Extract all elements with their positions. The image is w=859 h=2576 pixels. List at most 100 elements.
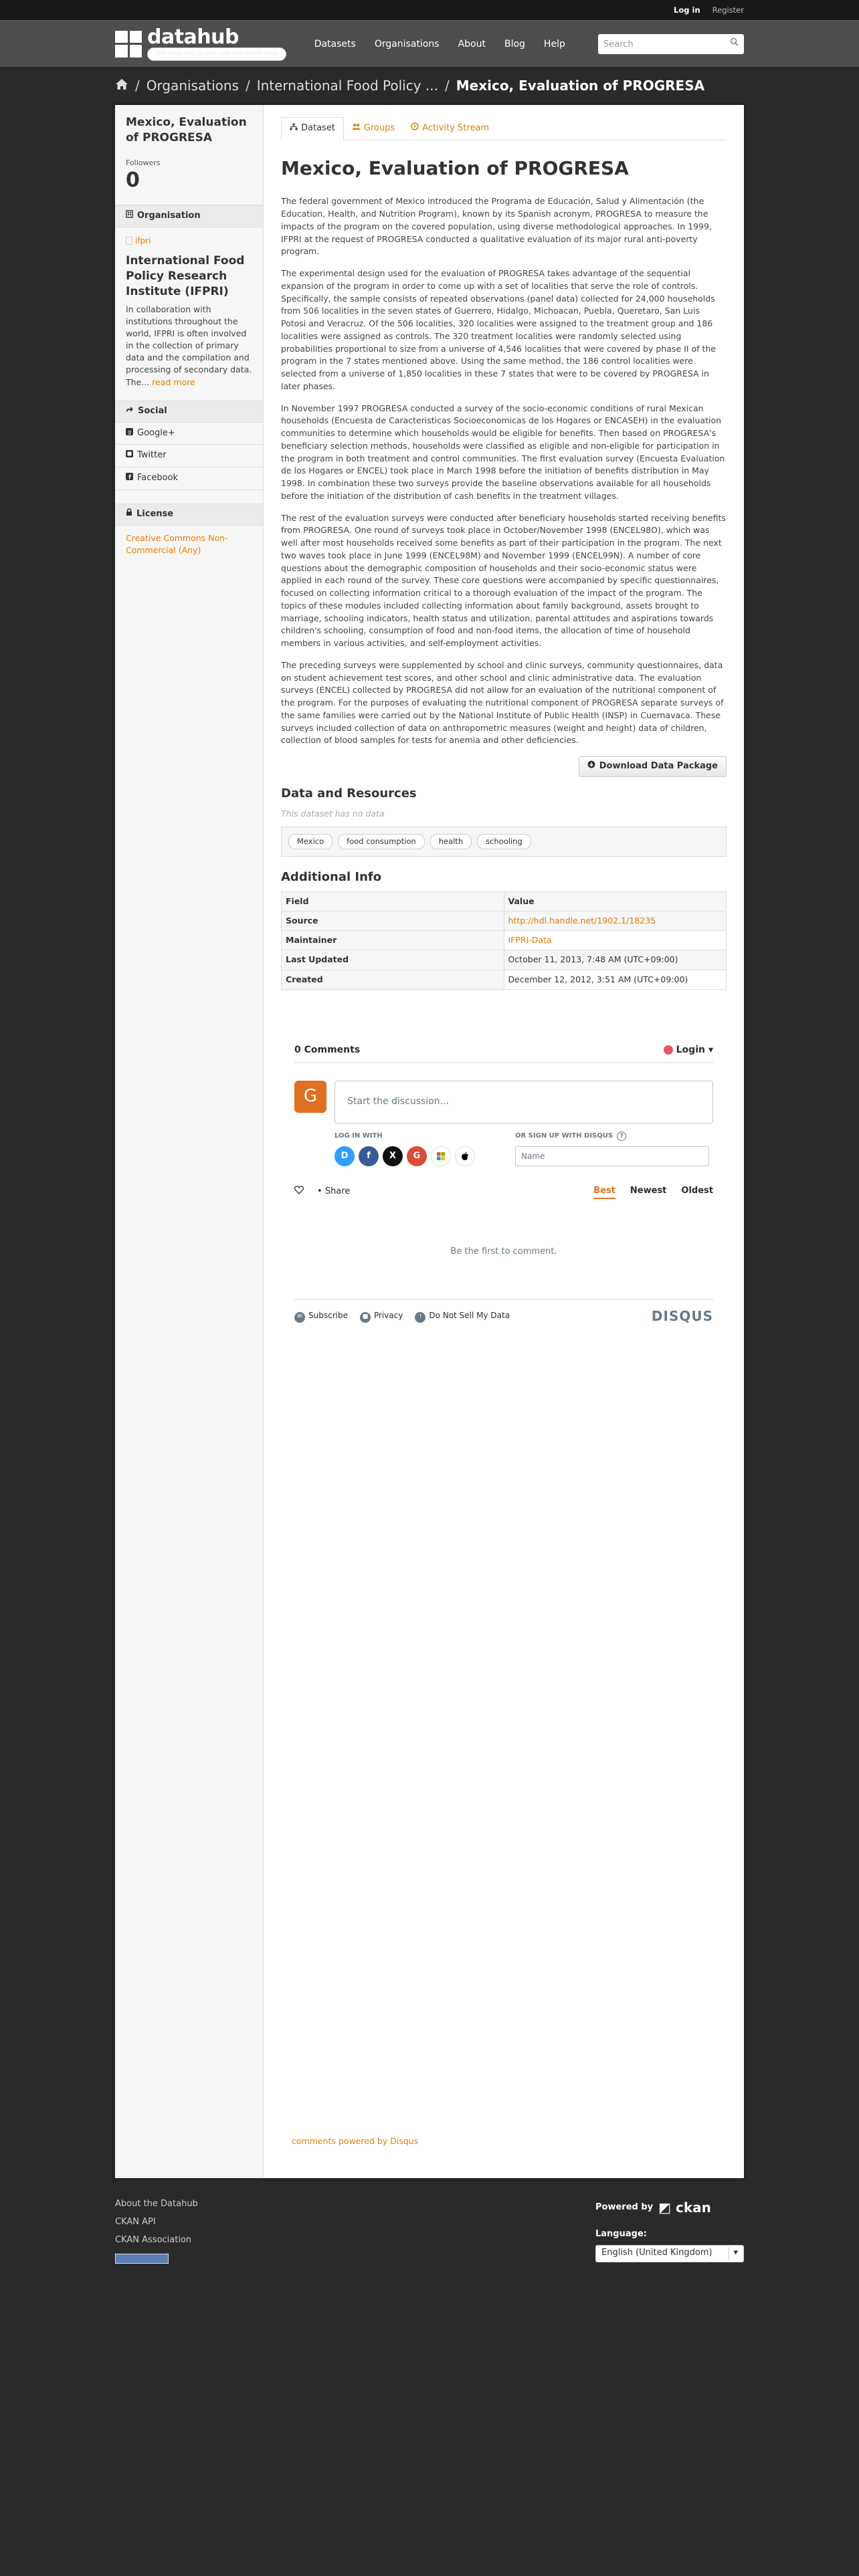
account-bar: Log in Register bbox=[0, 0, 859, 20]
help-icon[interactable]: ? bbox=[617, 1132, 627, 1142]
maintainer-link[interactable]: IFPRI-Data bbox=[508, 935, 552, 945]
download-data-package-button[interactable]: Download Data Package bbox=[578, 756, 727, 778]
building-icon bbox=[126, 210, 133, 223]
followers: Followers 0 bbox=[115, 151, 263, 205]
login-with-label: LOG IN WITH bbox=[335, 1132, 383, 1140]
x-login-icon[interactable]: X bbox=[383, 1146, 403, 1167]
table-row: Source http://hdl.handle.net/1902.1/1823… bbox=[281, 911, 727, 932]
broken-image-icon bbox=[126, 237, 132, 245]
register-link[interactable]: Register bbox=[712, 5, 744, 16]
organisation-image[interactable]: ifpri bbox=[126, 235, 252, 247]
nav-about[interactable]: About bbox=[458, 37, 486, 51]
search-box bbox=[598, 34, 744, 54]
share-button[interactable]: • Share bbox=[317, 1186, 350, 1198]
brand-tagline: the easy way to get, use and share data bbox=[147, 47, 286, 61]
sort-newest[interactable]: Newest bbox=[630, 1185, 666, 1199]
tab-dataset[interactable]: Dataset bbox=[281, 117, 344, 140]
do-not-sell-link[interactable]: ! Do Not Sell My Data bbox=[415, 1310, 510, 1323]
nav-blog[interactable]: Blog bbox=[504, 37, 525, 51]
facebook-login-icon[interactable]: f bbox=[359, 1146, 379, 1167]
name-field[interactable]: Name bbox=[515, 1146, 709, 1167]
social-item-googleplus[interactable]: g Google+ bbox=[115, 423, 263, 445]
tab-groups-label: Groups bbox=[363, 122, 395, 133]
nav-help[interactable]: Help bbox=[544, 37, 565, 51]
social-item-twitter[interactable]: Twitter bbox=[115, 445, 263, 468]
svg-text:g: g bbox=[128, 429, 131, 435]
additional-info-heading: Additional Info bbox=[281, 869, 382, 884]
footer-association-link[interactable]: CKAN Association bbox=[115, 2234, 198, 2247]
language-selected-value: English (United Kingdom) bbox=[601, 2248, 712, 2258]
microsoft-login-icon[interactable] bbox=[431, 1146, 451, 1167]
comment-input[interactable]: Start the discussion... bbox=[335, 1080, 713, 1123]
twitter-link[interactable]: Twitter bbox=[137, 449, 167, 462]
license-heading-label: License bbox=[136, 509, 174, 520]
info-icon: ! bbox=[415, 1311, 426, 1323]
read-more-link[interactable]: read more bbox=[152, 377, 195, 387]
breadcrumb-dataset[interactable]: Mexico, Evaluation of PROGRESA bbox=[456, 76, 704, 96]
sort-best[interactable]: Best bbox=[593, 1185, 615, 1200]
tag-schooling[interactable]: schooling bbox=[477, 834, 531, 849]
facebook-link[interactable]: Facebook bbox=[137, 472, 178, 485]
license-link[interactable]: Creative Commons Non-Commercial (Any) bbox=[126, 533, 228, 555]
license-heading: License bbox=[115, 504, 263, 526]
share-icon bbox=[126, 405, 134, 418]
tag-food-consumption[interactable]: food consumption bbox=[338, 834, 425, 849]
sort-oldest[interactable]: Oldest bbox=[681, 1185, 713, 1199]
login-link[interactable]: Log in bbox=[674, 5, 700, 16]
subscribe-label: Subscribe bbox=[308, 1311, 348, 1321]
tag-health[interactable]: health bbox=[430, 834, 472, 849]
nav-organisations[interactable]: Organisations bbox=[375, 37, 440, 51]
home-icon[interactable] bbox=[115, 76, 128, 96]
masthead: datahub the easy way to get, use and sha… bbox=[0, 20, 859, 67]
powered-by-label: Powered by bbox=[595, 2202, 654, 2213]
language-select[interactable]: English (United Kingdom) ▾ bbox=[595, 2244, 744, 2262]
created-value: December 12, 2012, 3:51 AM (UTC+09:00) bbox=[503, 969, 727, 990]
social-list: g Google+ Twitter f Facebook bbox=[115, 423, 263, 491]
datahub-logo[interactable]: datahub the easy way to get, use and sha… bbox=[115, 27, 286, 61]
heart-icon[interactable] bbox=[294, 1186, 304, 1199]
open-data-badge[interactable] bbox=[115, 2253, 169, 2264]
search-input[interactable] bbox=[603, 39, 730, 49]
tab-activity-stream[interactable]: Activity Stream bbox=[403, 117, 497, 140]
mail-icon: ✉ bbox=[294, 1311, 305, 1323]
tab-groups[interactable]: Groups bbox=[344, 117, 403, 140]
disqus-login-icon[interactable]: D bbox=[335, 1146, 355, 1167]
share-label: Share bbox=[324, 1186, 351, 1197]
privacy-label: Privacy bbox=[373, 1311, 403, 1321]
apple-login-icon[interactable] bbox=[455, 1146, 475, 1167]
source-link[interactable]: http://hdl.handle.net/1902.1/18235 bbox=[508, 916, 656, 926]
field-last-updated: Last Updated bbox=[281, 950, 504, 970]
datahub-logo-icon bbox=[115, 30, 142, 58]
organisation-image-alt: ifpri bbox=[135, 235, 151, 245]
sidebar-dataset-title: Mexico, Evaluation of PROGRESA bbox=[126, 116, 247, 144]
notes-paragraph: In November 1997 PROGRESA conducted a su… bbox=[281, 403, 725, 501]
comments-powered-by-disqus[interactable]: comments powered by Disqus bbox=[292, 2135, 418, 2147]
social-item-facebook[interactable]: f Facebook bbox=[115, 467, 263, 491]
search-icon[interactable] bbox=[730, 37, 739, 51]
tag-mexico[interactable]: Mexico bbox=[288, 834, 333, 849]
disqus-logo[interactable]: DISQUS bbox=[652, 1307, 713, 1326]
site-footer: About the Datahub CKAN API CKAN Associat… bbox=[115, 2198, 744, 2268]
signup-with-label: OR SIGN UP WITH DISQUS? bbox=[515, 1132, 709, 1142]
download-data-package-label: Download Data Package bbox=[599, 761, 718, 772]
subscribe-link[interactable]: ✉ Subscribe bbox=[294, 1310, 348, 1323]
nav-datasets[interactable]: Datasets bbox=[314, 37, 356, 51]
google-login-icon[interactable]: G bbox=[407, 1146, 427, 1167]
organisation-name: International Food Policy Research Insti… bbox=[126, 254, 245, 298]
notes-paragraph: The preceding surveys were supplemented … bbox=[281, 659, 724, 746]
ckan-logo[interactable]: ◩ ckan bbox=[658, 2198, 711, 2218]
clock-icon bbox=[411, 122, 419, 135]
disqus-login-menu[interactable]: Login ▾ bbox=[663, 1043, 713, 1057]
footer-api-link[interactable]: CKAN API bbox=[115, 2216, 198, 2229]
group-icon bbox=[351, 122, 361, 135]
googleplus-link[interactable]: Google+ bbox=[137, 427, 175, 440]
column-header: Field bbox=[281, 891, 504, 912]
footer-about-link[interactable]: About the Datahub bbox=[115, 2198, 198, 2211]
breadcrumb-organisation[interactable]: International Food Policy ... bbox=[257, 76, 438, 96]
breadcrumb-organisations[interactable]: Organisations bbox=[147, 76, 239, 96]
tab-activity-stream-label: Activity Stream bbox=[422, 122, 490, 133]
followers-count: 0 bbox=[126, 168, 140, 192]
disqus-login-label: Login bbox=[676, 1044, 705, 1055]
privacy-link[interactable]: ■ Privacy bbox=[359, 1310, 403, 1323]
sidebar: Mexico, Evaluation of PROGRESA Followers… bbox=[115, 105, 264, 2178]
